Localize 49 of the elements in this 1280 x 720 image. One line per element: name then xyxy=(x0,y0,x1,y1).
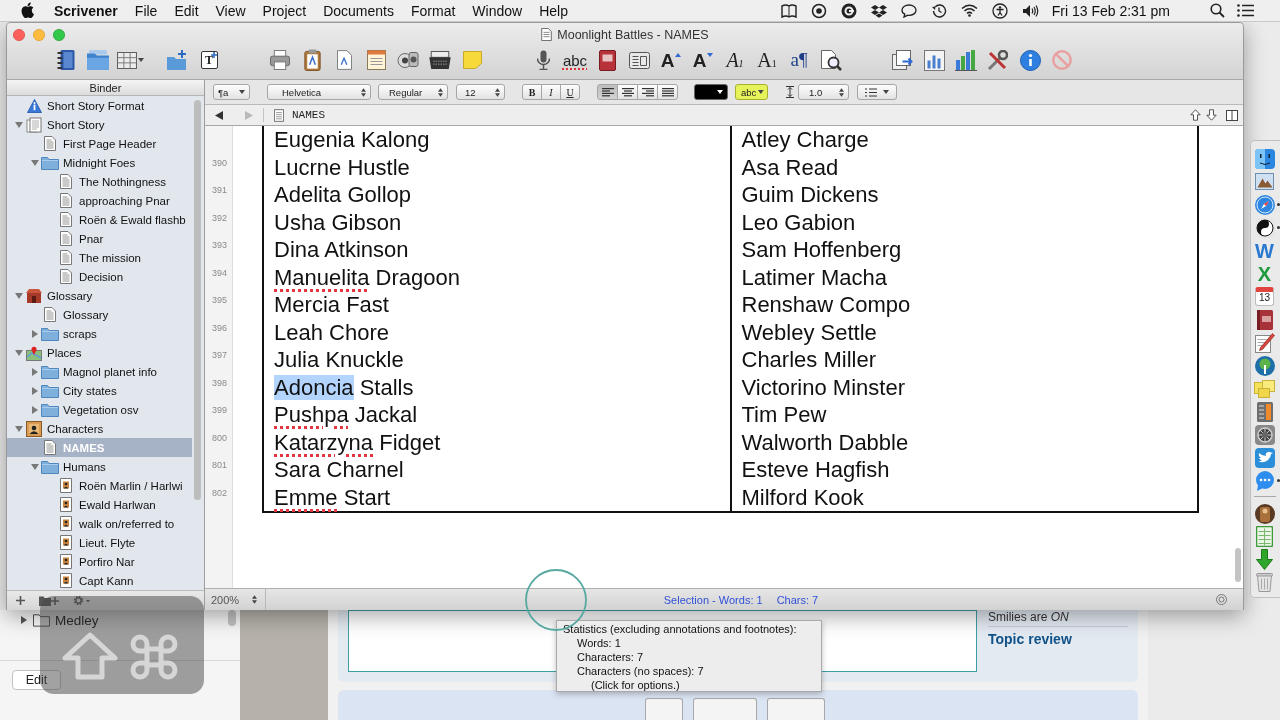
table-cell-text: Dina Atkinson xyxy=(273,236,410,264)
table-cell-text: Sara Charnel xyxy=(273,456,405,484)
table-cell: Tim Pew xyxy=(729,401,1197,429)
line-number: 800 xyxy=(210,431,228,445)
table-cell: Victorino Minster xyxy=(729,373,1197,401)
table-cell: Guim Dickens xyxy=(729,181,1197,209)
table-cell: Charles Miller xyxy=(729,346,1197,374)
table-cell-text: Eugenia Kalong xyxy=(273,126,431,154)
line-number: 390 xyxy=(210,156,228,170)
table-cell: Webley Settle xyxy=(729,318,1197,346)
table-cell-text: Mercia Fast xyxy=(273,291,390,319)
table-cell: Leo Gabion xyxy=(729,208,1197,236)
table-cell: Esteve Hagfish xyxy=(729,456,1197,484)
table-cell: Renshaw Compo xyxy=(729,291,1197,319)
line-number: 392 xyxy=(210,211,228,225)
table-cell-text: Emme Start xyxy=(273,483,392,511)
table-cell: Asa Read xyxy=(729,153,1197,181)
table-cell: Latimer Macha xyxy=(729,263,1197,291)
table-cell-text: Lucrne Hustle xyxy=(273,153,411,181)
table-cell-text: Julia Knuckle xyxy=(273,346,405,374)
line-number: 395 xyxy=(210,294,228,307)
table-cell: Walworth Dabble xyxy=(729,428,1197,456)
table-cell: Sam Hoffenberg xyxy=(729,236,1197,264)
line-number: 393 xyxy=(210,239,228,252)
window-title: Moonlight Battles - NAMES xyxy=(557,27,709,42)
table-cell-text: Pushpa Jackal xyxy=(273,401,419,429)
line-number: 802 xyxy=(210,486,228,500)
line-number: 394 xyxy=(210,266,228,280)
line-number: 397 xyxy=(210,349,228,362)
table-cell: Atley Charge xyxy=(729,126,1197,154)
tooltip-text: Characters: 7 xyxy=(576,650,645,664)
line-number: 398 xyxy=(210,376,228,390)
tooltip-text: Statistics (excluding annotations and footnotes): xyxy=(562,622,798,636)
line-number: 399 xyxy=(210,404,228,417)
line-number: 801 xyxy=(210,459,228,472)
document-title: NAMES xyxy=(292,109,325,121)
binder-header: Binder xyxy=(7,80,204,96)
line-number: 396 xyxy=(210,321,228,335)
tooltip-text: Characters (no spaces): 7 xyxy=(576,664,705,678)
table-cell-text: Leah Chore xyxy=(273,318,390,346)
line-number: 391 xyxy=(210,184,228,197)
table-cell-text: Usha Gibson xyxy=(273,208,403,236)
table-cell-text: Manuelita Dragoon xyxy=(273,263,461,291)
tooltip-text: (Click for options.) xyxy=(590,678,681,692)
table-cell-text: Katarzyna Fidget xyxy=(273,428,442,456)
table-cell-text: Adelita Gollop xyxy=(273,181,412,209)
tooltip-text: Words: 1 xyxy=(576,636,622,650)
table-cell: Milford Kook xyxy=(729,483,1197,511)
table-cell-text: Adoncia Stalls xyxy=(273,373,415,401)
